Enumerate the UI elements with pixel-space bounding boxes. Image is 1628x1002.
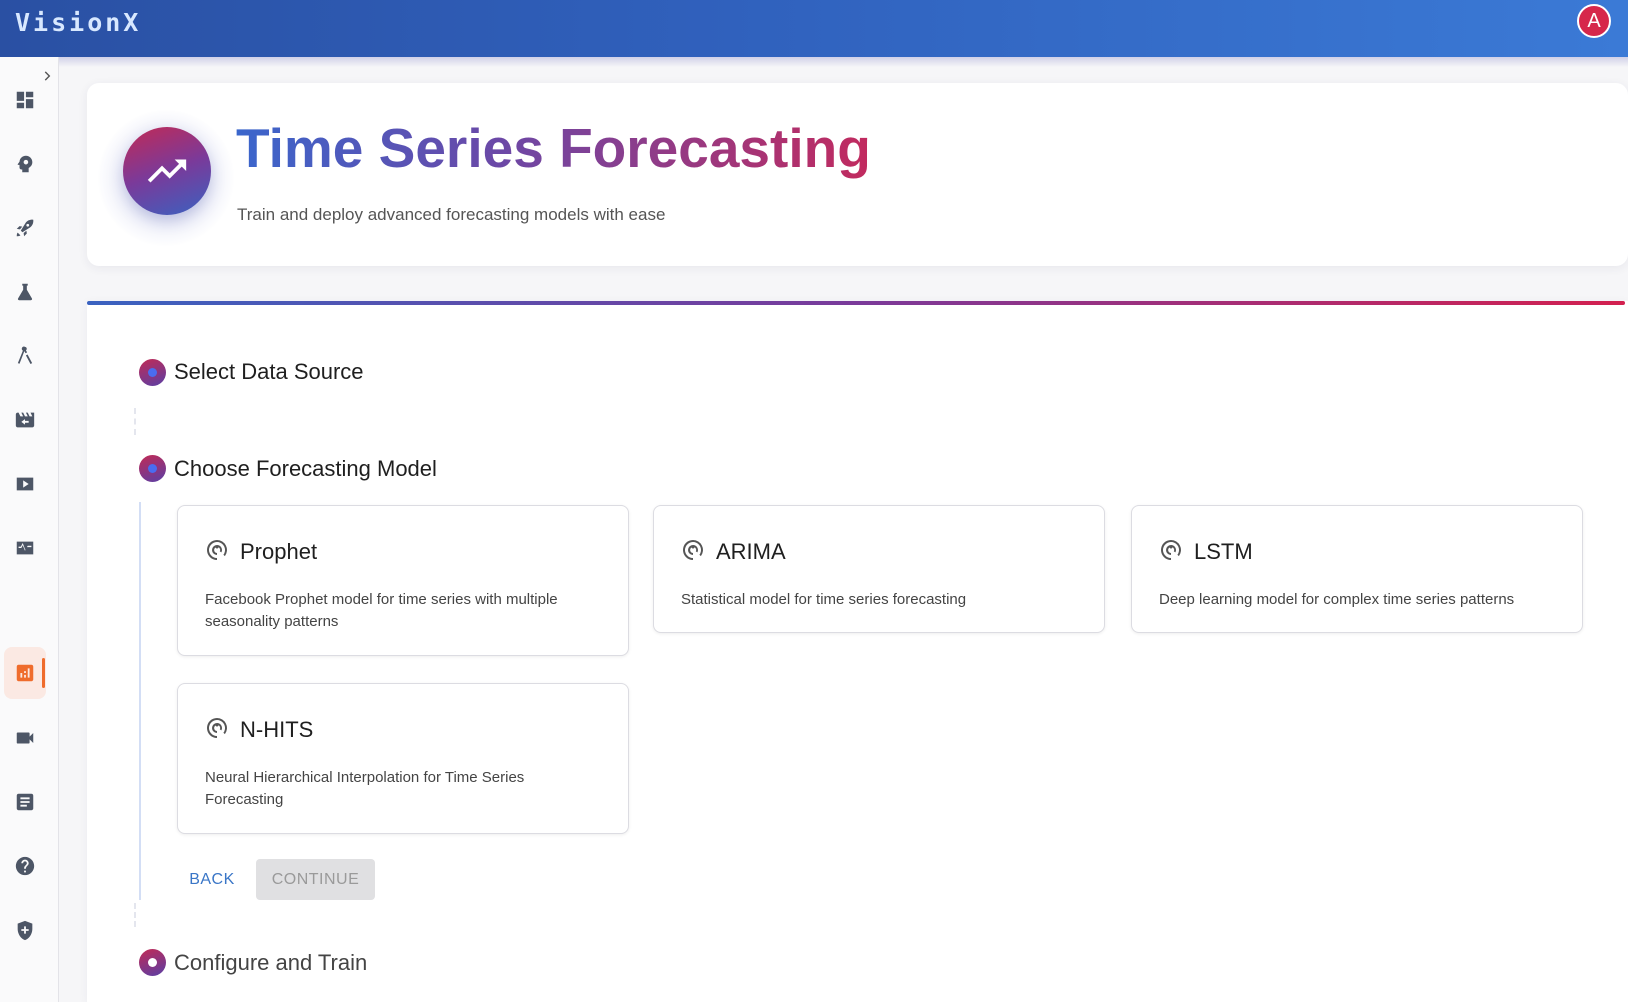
brand-logo[interactable]: VisionX [15,8,141,37]
document-icon [16,793,34,811]
model-name: N-HITS [240,717,314,742]
sidebar-item-monitoring[interactable] [4,522,46,574]
gradient-divider [87,301,1625,305]
model-type-icon [681,538,705,562]
sidebar-item-docs[interactable] [4,776,46,828]
page-title: Time Series Forecasting [236,117,871,179]
rocket-icon [16,219,34,237]
model-name: ARIMA [716,539,786,564]
model-name: Prophet [240,539,318,564]
model-type-icon [205,716,229,740]
model-card-lstm[interactable]: LSTM Deep learning model for complex tim… [1131,505,1583,633]
continue-button[interactable]: CONTINUE [256,859,375,900]
model-name: LSTM [1194,539,1253,564]
model-card-nhits[interactable]: N-HITS Neural Hierarchical Interpolation… [177,683,629,834]
model-description: Facebook Prophet model for time series w… [205,591,558,630]
sidebar-item-deploy[interactable] [4,202,46,254]
step-label-select-data-source[interactable]: Select Data Source [174,359,364,385]
step-dot-inner [148,958,157,967]
shield-icon [17,920,33,941]
step-dot-inner [148,464,157,473]
movie-icon [15,412,35,428]
model-type-icon [205,538,229,562]
step-connector [134,408,136,435]
step-indicator-1 [139,359,166,386]
forecast-logo [123,127,211,215]
compass-icon [17,346,33,364]
sidebar-item-annotate[interactable] [4,330,46,382]
step-indicator-3 [139,949,166,976]
play-icon [16,477,34,491]
brain-icon [17,155,33,173]
sidebar [0,57,59,1002]
model-description: Statistical model for time series foreca… [681,591,967,608]
step-dot-inner [148,368,157,377]
sidebar-item-security[interactable] [4,904,46,956]
sidebar-item-media[interactable] [4,394,46,446]
active-indicator [42,658,45,688]
top-app-bar: VisionX A [0,0,1628,57]
user-avatar[interactable]: A [1577,4,1611,38]
sidebar-item-dashboard[interactable] [4,74,46,126]
model-type-icon [1159,538,1183,562]
help-icon [15,856,35,876]
monitor-heart-icon [16,541,34,555]
flask-icon [17,283,33,301]
model-card-arima[interactable]: ARIMA Statistical model for time series … [653,505,1105,633]
sidebar-item-video[interactable] [4,712,46,764]
sidebar-item-forecasting[interactable] [4,647,46,699]
sidebar-item-help[interactable] [4,840,46,892]
sidebar-item-models[interactable] [4,138,46,190]
top-bar-shadow [0,57,1628,67]
model-description: Deep learning model for complex time ser… [1159,591,1515,608]
sidebar-item-playback[interactable] [4,458,46,510]
step-connector [134,903,136,927]
videocam-icon [16,732,34,744]
page-subtitle: Train and deploy advanced forecasting mo… [237,205,666,224]
model-description: Neural Hierarchical Interpolation for Ti… [205,769,525,808]
dashboard-icon [16,91,34,109]
sidebar-item-experiments[interactable] [4,266,46,318]
trending-up-icon [147,159,187,183]
step-indicator-2 [139,455,166,482]
model-card-prophet[interactable]: Prophet Facebook Prophet model for time … [177,505,629,656]
step-label-choose-model[interactable]: Choose Forecasting Model [174,456,437,482]
analytics-icon [16,664,34,682]
back-button[interactable]: BACK [177,861,247,899]
step-label-configure-train[interactable]: Configure and Train [174,950,367,976]
step-content-line [139,502,141,900]
